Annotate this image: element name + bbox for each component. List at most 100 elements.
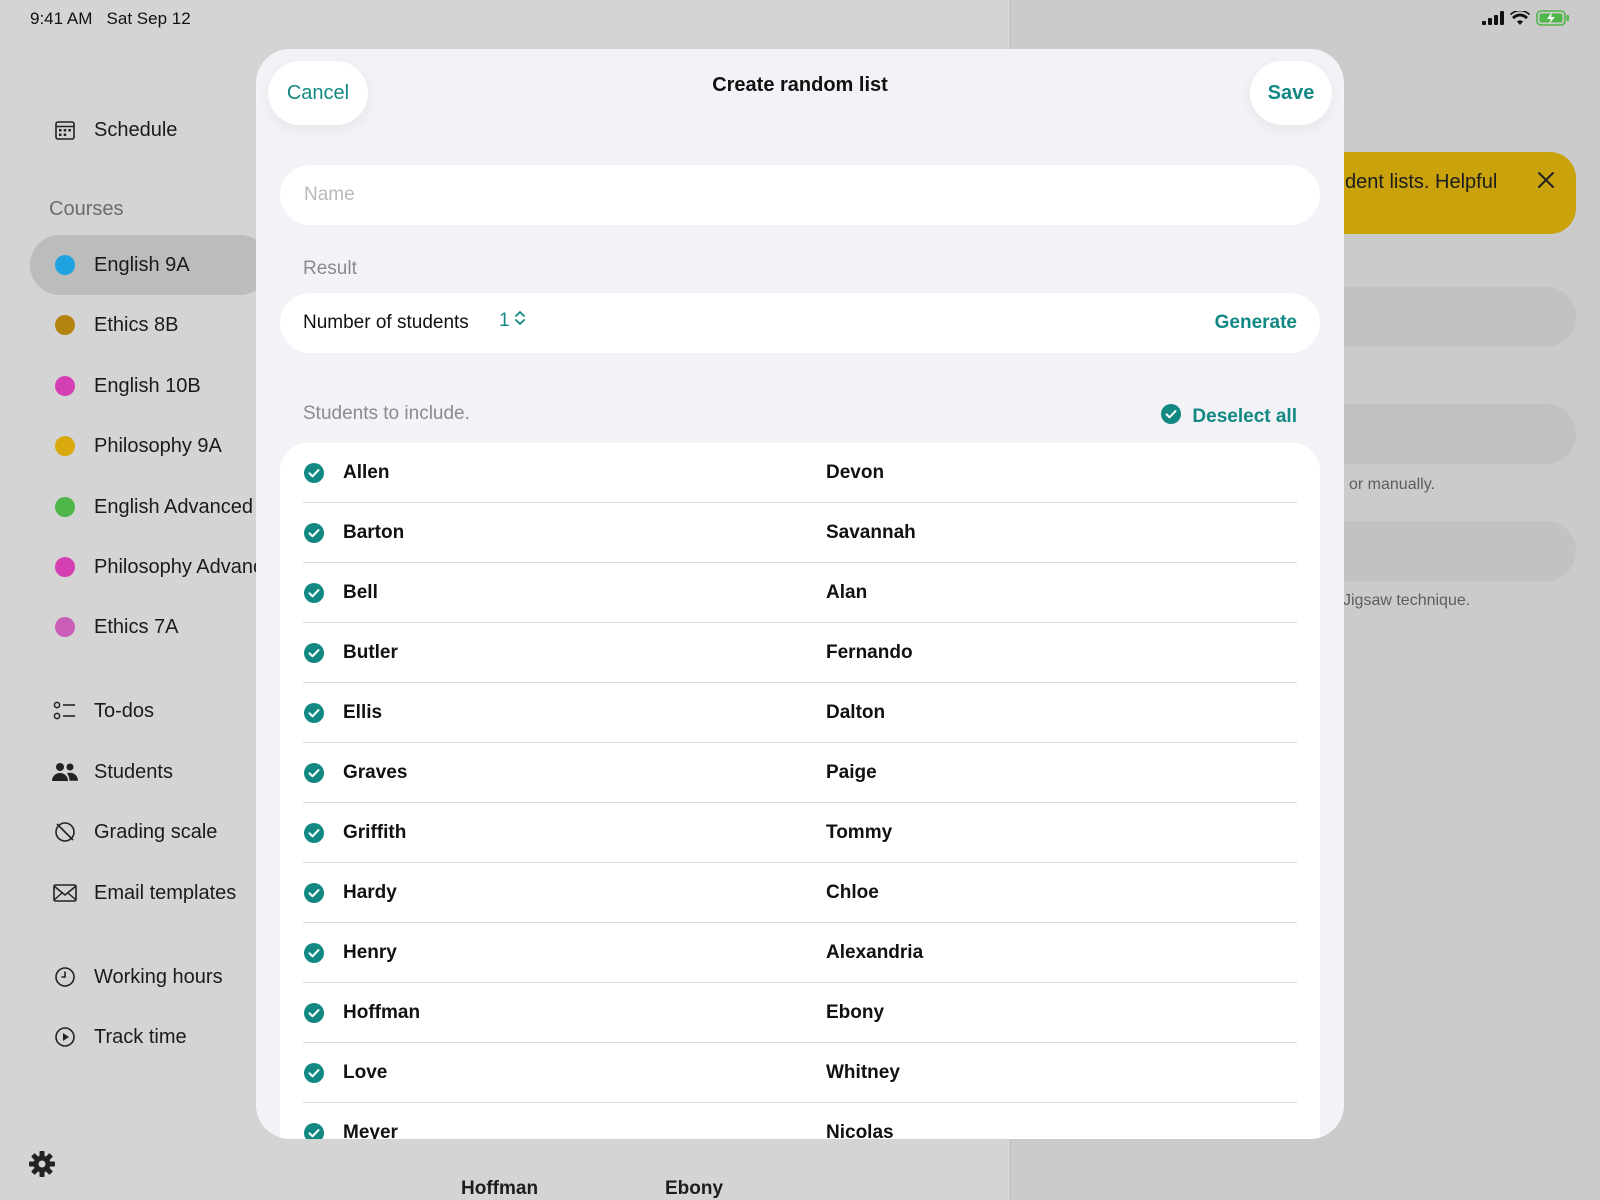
- sidebar-item-todos[interactable]: To-dos: [30, 681, 270, 741]
- student-first-name: Dalton: [826, 702, 886, 723]
- student-last-name: Hoffman: [343, 1002, 421, 1023]
- sidebar-item-grading-scale[interactable]: Grading scale: [30, 802, 270, 862]
- number-of-students-label: Number of students: [303, 312, 469, 333]
- sidebar-item-students[interactable]: Students: [30, 742, 270, 802]
- checkmark-circle-icon[interactable]: [303, 582, 325, 609]
- background-row-last: Hoffman: [461, 1178, 539, 1199]
- student-row[interactable]: Meyer Nicolas: [303, 1103, 1297, 1139]
- checkmark-circle-icon[interactable]: [303, 882, 325, 909]
- sidebar-item-email-templates[interactable]: Email templates: [30, 863, 270, 923]
- clock-icon: [52, 964, 78, 990]
- background-note: Jigsaw technique.: [1343, 592, 1471, 609]
- sidebar-item-label: Grading scale: [94, 820, 218, 843]
- student-last-name: Griffith: [343, 822, 407, 843]
- play-circle-icon: [52, 1024, 78, 1050]
- student-first-name: Alan: [826, 582, 868, 603]
- course-color-dot: [52, 373, 78, 399]
- student-row[interactable]: Ellis Dalton: [303, 683, 1297, 743]
- student-row[interactable]: Allen Devon: [303, 443, 1297, 503]
- course-item-english-9a[interactable]: English 9A: [30, 235, 270, 295]
- checkmark-circle-icon[interactable]: [303, 1122, 325, 1139]
- student-first-name: Whitney: [826, 1062, 900, 1083]
- status-icons: [1482, 9, 1570, 31]
- checkmark-circle-icon: [1160, 403, 1182, 431]
- student-last-name: Hardy: [343, 882, 397, 903]
- grading-scale-icon: [52, 819, 78, 845]
- sidebar-item-label: To-dos: [94, 699, 155, 722]
- settings-gear-icon[interactable]: [28, 1150, 56, 1183]
- student-row[interactable]: Bell Alan: [303, 563, 1297, 623]
- student-last-name: Allen: [343, 462, 390, 483]
- save-button[interactable]: Save: [1250, 61, 1332, 125]
- student-first-name: Savannah: [826, 522, 916, 543]
- student-last-name: Butler: [343, 642, 398, 663]
- student-last-name: Graves: [343, 762, 408, 783]
- sidebar-item-working-hours[interactable]: Working hours: [30, 947, 270, 1007]
- student-first-name: Nicolas: [826, 1122, 894, 1139]
- checkmark-circle-icon[interactable]: [303, 1062, 325, 1089]
- student-first-name: Paige: [826, 762, 877, 783]
- student-last-name: Ellis: [343, 702, 383, 723]
- sidebar-item-label: Students: [94, 760, 173, 783]
- sidebar-item-label: Schedule: [94, 118, 178, 141]
- course-label: Philosophy Advanc: [94, 555, 264, 578]
- calendar-icon: [52, 117, 78, 143]
- course-color-dot: [52, 433, 78, 459]
- generate-button[interactable]: Generate: [1215, 312, 1297, 334]
- checkmark-circle-icon[interactable]: [303, 762, 325, 789]
- student-row[interactable]: Graves Paige: [303, 743, 1297, 803]
- course-item-ethics-8b[interactable]: Ethics 8B: [30, 295, 270, 355]
- student-first-name: Chloe: [826, 882, 879, 903]
- checkmark-circle-icon[interactable]: [303, 462, 325, 489]
- course-item-ethics-7a[interactable]: Ethics 7A: [30, 597, 270, 657]
- sidebar-item-label: Email templates: [94, 881, 237, 904]
- student-last-name: Henry: [343, 942, 397, 963]
- student-row[interactable]: Griffith Tommy: [303, 803, 1297, 863]
- course-label: English 10B: [94, 374, 201, 397]
- student-row[interactable]: Butler Fernando: [303, 623, 1297, 683]
- student-row[interactable]: Henry Alexandria: [303, 923, 1297, 983]
- close-icon[interactable]: [1536, 170, 1556, 195]
- status-time: 9:41 AM Sat Sep 12: [30, 9, 191, 29]
- course-label: Philosophy 9A: [94, 434, 222, 457]
- checkmark-circle-icon[interactable]: [303, 702, 325, 729]
- course-item-english-10b[interactable]: English 10B: [30, 356, 270, 416]
- deselect-all-button[interactable]: Deselect all: [1160, 403, 1297, 431]
- checkmark-circle-icon[interactable]: [303, 1002, 325, 1029]
- envelope-icon: [52, 880, 78, 906]
- course-color-dot: [52, 614, 78, 640]
- courses-heading: Courses: [49, 198, 124, 220]
- student-first-name: Devon: [826, 462, 885, 483]
- student-row[interactable]: Barton Savannah: [303, 503, 1297, 563]
- sidebar-item-schedule[interactable]: Schedule: [30, 100, 270, 160]
- student-row[interactable]: Hoffman Ebony: [303, 983, 1297, 1043]
- course-item-english-advanced[interactable]: English Advanced: [30, 477, 270, 537]
- checkmark-circle-icon[interactable]: [303, 522, 325, 549]
- number-of-students-picker[interactable]: 1: [499, 309, 526, 333]
- course-label: Ethics 8B: [94, 313, 179, 336]
- student-last-name: Love: [343, 1062, 388, 1083]
- result-section-label: Result: [303, 258, 357, 279]
- student-first-name: Tommy: [826, 822, 893, 843]
- modal-title: Create random list: [712, 74, 888, 96]
- sidebar-item-track-time[interactable]: Track time: [30, 1007, 270, 1067]
- tip-banner-text: dent lists. Helpful: [1345, 171, 1498, 193]
- student-row[interactable]: Love Whitney: [303, 1043, 1297, 1103]
- checkmark-circle-icon[interactable]: [303, 822, 325, 849]
- signal-icon: [1482, 11, 1504, 30]
- student-row[interactable]: Hardy Chloe: [303, 863, 1297, 923]
- course-color-dot: [52, 252, 78, 278]
- course-color-dot: [52, 312, 78, 338]
- course-item-philosophy-advanced[interactable]: Philosophy Advanc: [30, 537, 270, 597]
- checkmark-circle-icon[interactable]: [303, 942, 325, 969]
- students-list: Allen Devon Barton Savannah Bell Alan Bu…: [280, 443, 1320, 1139]
- checkmark-circle-icon[interactable]: [303, 642, 325, 669]
- course-label: Ethics 7A: [94, 615, 179, 638]
- course-item-philosophy-9a[interactable]: Philosophy 9A: [30, 416, 270, 476]
- student-last-name: Bell: [343, 582, 378, 603]
- name-input[interactable]: [280, 165, 1320, 225]
- course-label: English 9A: [94, 253, 190, 276]
- background-row-first: Ebony: [665, 1178, 724, 1199]
- battery-charging-icon: [1536, 10, 1570, 31]
- sidebar-item-label: Working hours: [94, 965, 223, 988]
